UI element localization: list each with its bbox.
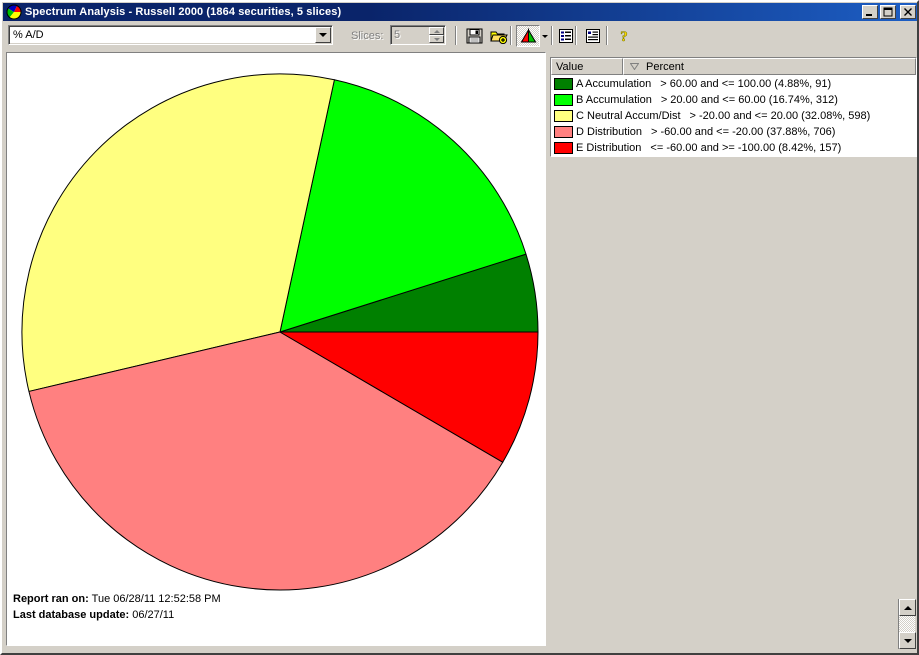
slices-stepper[interactable]: 5 bbox=[390, 25, 446, 45]
question-mark-icon: ? bbox=[620, 29, 628, 44]
legend-row[interactable]: B Accumulation > 20.00 and <= 60.00 (16.7… bbox=[551, 92, 916, 108]
legend-header: Value Percent bbox=[551, 58, 916, 75]
last-update-value: 06/27/11 bbox=[132, 609, 175, 621]
report-icon bbox=[586, 29, 600, 43]
save-button[interactable] bbox=[462, 25, 486, 47]
scroll-up-icon bbox=[903, 605, 912, 610]
floppy-disk-icon bbox=[466, 28, 482, 44]
toolbar-separator bbox=[551, 26, 553, 45]
svg-text:?: ? bbox=[620, 29, 628, 44]
legend-row[interactable]: D Distribution > -60.00 and <= -20.00 (37… bbox=[551, 124, 916, 140]
pie-chart-icon bbox=[6, 4, 22, 20]
title-bar[interactable]: Spectrum Analysis - Russell 2000 (1864 s… bbox=[3, 3, 917, 21]
help-button[interactable]: ? bbox=[612, 25, 636, 47]
slices-value: 5 bbox=[394, 29, 401, 41]
chevron-down-icon[interactable] bbox=[315, 27, 331, 43]
chart-area[interactable]: Report ran on: Tue 06/28/11 12:52:58 PM … bbox=[6, 52, 546, 646]
pie-chart[interactable] bbox=[7, 53, 545, 645]
legend-row-label: E Distribution bbox=[576, 142, 642, 154]
toolbar-separator bbox=[455, 26, 457, 45]
report-ran-on-value: Tue 06/28/11 12:52:58 PM bbox=[91, 593, 221, 605]
scroll-down-icon bbox=[903, 638, 912, 643]
legend-row-range: > 20.00 and <= 60.00 (16.74%, 312) bbox=[660, 94, 838, 106]
legend-row-range: <= -60.00 and >= -100.00 (8.42%, 157) bbox=[650, 142, 842, 154]
slices-decrement-button[interactable] bbox=[429, 35, 444, 43]
measure-dropdown-value: % A/D bbox=[13, 29, 44, 41]
report-ran-on-line: Report ran on: Tue 06/28/11 12:52:58 PM bbox=[13, 591, 221, 607]
legend-row-range: > -60.00 and <= -20.00 (37.88%, 706) bbox=[651, 126, 836, 138]
legend-column-value-label: Value bbox=[556, 60, 584, 73]
report-button[interactable] bbox=[581, 25, 605, 47]
legend-column-percent-label: Percent bbox=[646, 60, 684, 73]
slices-label: Slices: bbox=[351, 30, 384, 42]
slices-spin-buttons bbox=[429, 27, 444, 43]
vertical-scrollbar[interactable] bbox=[898, 599, 916, 649]
toolbar: % A/D Slices: 5 ? bbox=[3, 22, 917, 49]
maximize-button[interactable] bbox=[880, 5, 896, 19]
report-ran-on-label: Report ran on: bbox=[13, 593, 89, 605]
legend-color-swatch bbox=[554, 94, 573, 106]
measure-dropdown[interactable]: % A/D bbox=[8, 25, 333, 45]
legend-panel: Value Percent A Accumulation > 60.00 and … bbox=[550, 57, 917, 157]
legend-row-range: > 60.00 and <= 100.00 (4.88%, 91) bbox=[660, 78, 832, 90]
scroll-down-button[interactable] bbox=[899, 632, 916, 649]
legend-row-range: > -20.00 and <= 20.00 (32.08%, 598) bbox=[689, 110, 871, 122]
minimize-button[interactable] bbox=[862, 5, 878, 19]
close-button[interactable] bbox=[900, 5, 916, 19]
open-button[interactable] bbox=[487, 25, 511, 47]
pie-chart-icon bbox=[520, 28, 536, 43]
legend-rows: A Accumulation > 60.00 and <= 100.00 (4.8… bbox=[551, 75, 916, 156]
window-controls bbox=[862, 5, 917, 19]
slices-increment-button[interactable] bbox=[429, 27, 444, 35]
legend-color-swatch bbox=[554, 78, 573, 90]
legend-column-percent[interactable]: Percent bbox=[623, 58, 916, 75]
legend-row[interactable]: C Neutral Accum/Dist > -20.00 and <= 20.0… bbox=[551, 108, 916, 124]
legend-row-label: A Accumulation bbox=[576, 78, 652, 90]
legend-row[interactable]: A Accumulation > 60.00 and <= 100.00 (4.8… bbox=[551, 76, 916, 92]
spectrum-analysis-window: Spectrum Analysis - Russell 2000 (1864 s… bbox=[0, 0, 919, 655]
legend-color-swatch bbox=[554, 126, 573, 138]
legend-row-label: C Neutral Accum/Dist bbox=[576, 110, 681, 122]
legend-row[interactable]: E Distribution <= -60.00 and >= -100.00 (… bbox=[551, 140, 916, 156]
sort-descending-icon bbox=[630, 63, 639, 70]
legend-row-label: B Accumulation bbox=[576, 94, 652, 106]
list-icon bbox=[559, 29, 573, 43]
legend-color-swatch bbox=[554, 110, 573, 122]
legend-color-swatch bbox=[554, 142, 573, 154]
legend-row-label: D Distribution bbox=[576, 126, 643, 138]
scroll-up-button[interactable] bbox=[899, 599, 916, 616]
report-info: Report ran on: Tue 06/28/11 12:52:58 PM … bbox=[13, 591, 221, 623]
toolbar-separator bbox=[606, 26, 608, 45]
chart-type-dropdown[interactable] bbox=[538, 25, 551, 47]
last-update-line: Last database update: 06/27/11 bbox=[13, 607, 221, 623]
toolbar-separator bbox=[510, 26, 512, 45]
toolbar-separator bbox=[575, 26, 577, 45]
window-title: Spectrum Analysis - Russell 2000 (1864 s… bbox=[25, 6, 342, 18]
last-update-label: Last database update: bbox=[13, 609, 130, 621]
legend-column-value[interactable]: Value bbox=[551, 58, 623, 75]
chart-type-button[interactable] bbox=[516, 25, 540, 47]
open-folder-icon bbox=[490, 31, 508, 44]
